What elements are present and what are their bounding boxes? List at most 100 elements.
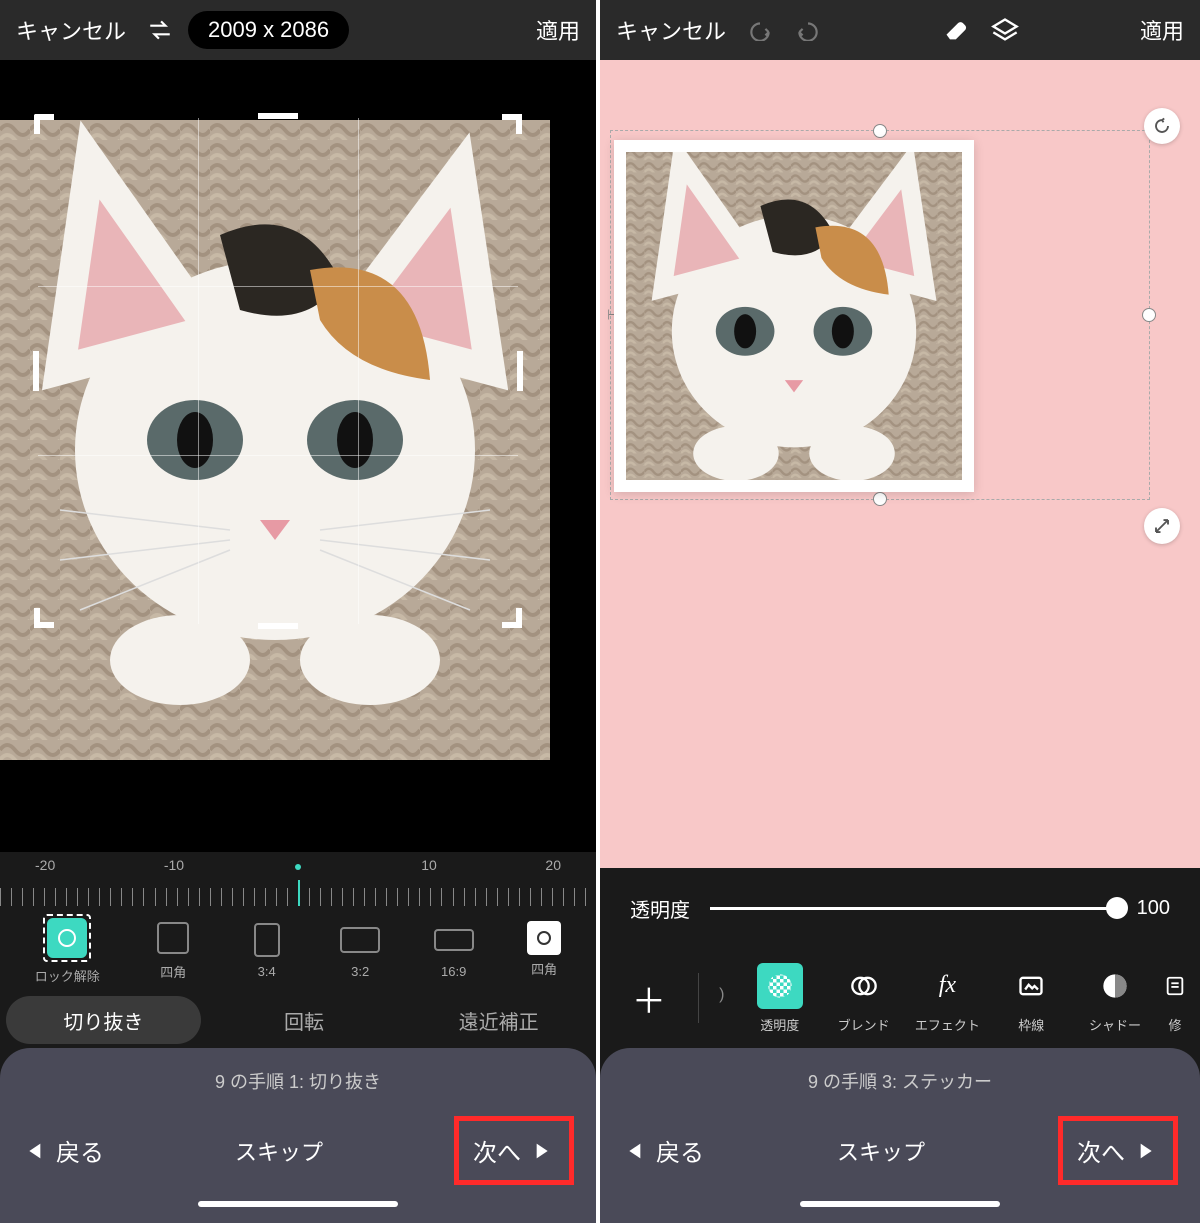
border-icon — [1008, 963, 1054, 1009]
eraser-icon[interactable] — [937, 10, 977, 50]
plus-icon: ＋ — [626, 975, 672, 1021]
tool-shadow[interactable]: シャドー — [1074, 963, 1156, 1034]
handle-right[interactable] — [1142, 308, 1156, 322]
crop-handle-bl[interactable] — [34, 608, 54, 628]
tool-label: エフェクト — [915, 1015, 980, 1034]
crop-handle-right[interactable] — [517, 351, 523, 391]
aspect-instagram[interactable]: 四角 — [527, 921, 561, 978]
crop-handle-tr[interactable] — [502, 114, 522, 134]
tool-label: 修 — [1168, 1015, 1181, 1034]
sticker-canvas[interactable]: ⊢ ⊣ — [600, 60, 1200, 868]
screen-sticker: キャンセル 適用 ⊢ ⊣ — [600, 0, 1200, 1223]
apply-button[interactable]: 適用 — [530, 8, 586, 52]
swap-orientation-icon[interactable] — [140, 10, 180, 50]
home-indicator[interactable] — [198, 1201, 398, 1207]
ruler-label: -20 — [35, 857, 55, 873]
blend-icon — [841, 963, 887, 1009]
tool-label: シャドー — [1089, 1015, 1141, 1034]
handle-bottom[interactable] — [873, 492, 887, 506]
handle-top[interactable] — [873, 124, 887, 138]
aspect-square[interactable]: 四角 — [153, 918, 193, 981]
nav-back-button[interactable]: 戻る — [622, 1133, 704, 1168]
skip-back-icon — [22, 1140, 44, 1162]
aspect-label: 3:4 — [258, 964, 276, 979]
aspect-ratio-row: ロック解除 四角 3:4 3:2 16:9 四角 — [0, 912, 596, 992]
step-label: 9 の手順 3: ステッカー — [610, 1068, 1190, 1094]
topbar-left: キャンセル 2009 x 2086 適用 — [0, 0, 596, 60]
tutorial-bottom-bar: 9 の手順 1: 切り抜き 戻る スキップ 次へ — [0, 1048, 596, 1223]
opacity-slider-thumb[interactable] — [1106, 897, 1128, 919]
ruler-center-dot — [295, 864, 301, 870]
tool-opacity[interactable]: 透明度 — [739, 963, 821, 1034]
crop-frame[interactable] — [38, 118, 518, 624]
ruler-label: 10 — [421, 857, 437, 873]
skip-back-icon — [622, 1140, 644, 1162]
list-icon — [1152, 963, 1198, 1009]
nav-back-label: 戻る — [656, 1133, 704, 1168]
sticker-photo[interactable] — [614, 140, 974, 492]
opacity-row: 透明度 100 — [600, 868, 1200, 948]
opacity-value: 100 — [1137, 897, 1170, 920]
crop-handle-bottom[interactable] — [258, 623, 298, 629]
tab-perspective[interactable]: 遠近補正 — [401, 992, 596, 1048]
dimensions-pill[interactable]: 2009 x 2086 — [188, 11, 349, 49]
redo-icon[interactable] — [788, 10, 828, 50]
nav-next-button[interactable]: 次へ — [1058, 1116, 1178, 1185]
ruler-label: 20 — [545, 857, 561, 873]
mode-tabs: 切り抜き 回転 遠近補正 — [0, 992, 596, 1048]
rotation-ruler[interactable]: -20 -10 10 20 — [0, 852, 596, 912]
undo-icon[interactable] — [740, 10, 780, 50]
opacity-icon — [757, 963, 803, 1009]
apply-button[interactable]: 適用 — [1134, 8, 1190, 52]
fx-icon: fx — [924, 963, 970, 1009]
cancel-button[interactable]: キャンセル — [10, 8, 132, 52]
nav-skip-button[interactable]: スキップ — [235, 1135, 323, 1167]
tool-add[interactable]: ＋ — [608, 975, 690, 1021]
shadow-icon — [1092, 963, 1138, 1009]
tool-row: ＋ ) 透明度 ブレンド fx エフェクト 枠線 — [600, 948, 1200, 1048]
tool-label: ブレンド — [838, 1015, 890, 1034]
tab-rotate[interactable]: 回転 — [207, 992, 402, 1048]
home-indicator[interactable] — [800, 1201, 1000, 1207]
tool-blend[interactable]: ブレンド — [823, 963, 905, 1034]
opacity-label: 透明度 — [630, 894, 690, 923]
screen-crop: キャンセル 2009 x 2086 適用 — [0, 0, 600, 1223]
aspect-3-4[interactable]: 3:4 — [247, 920, 287, 979]
photo-kitten — [626, 152, 962, 480]
tool-prev[interactable]: ) — [707, 972, 737, 1024]
nav-next-label: 次へ — [1077, 1133, 1125, 1168]
crop-canvas[interactable] — [0, 60, 596, 852]
aspect-label: ロック解除 — [35, 966, 100, 985]
nav-next-label: 次へ — [473, 1133, 521, 1168]
aspect-3-2[interactable]: 3:2 — [340, 920, 380, 979]
crop-handle-top[interactable] — [258, 113, 298, 119]
tool-border[interactable]: 枠線 — [990, 963, 1072, 1034]
nav-next-button[interactable]: 次へ — [454, 1116, 574, 1185]
tool-label: 枠線 — [1018, 1015, 1044, 1034]
cancel-button[interactable]: キャンセル — [610, 8, 732, 52]
crop-handle-left[interactable] — [33, 351, 39, 391]
rotate-button[interactable] — [1144, 108, 1180, 144]
tab-crop[interactable]: 切り抜き — [6, 996, 201, 1044]
nav-back-label: 戻る — [56, 1133, 104, 1168]
aspect-16-9[interactable]: 16:9 — [434, 920, 474, 979]
tool-fix[interactable]: 修 — [1158, 963, 1192, 1034]
aspect-label: 四角 — [531, 959, 557, 978]
skip-forward-icon — [1137, 1140, 1159, 1162]
crop-handle-br[interactable] — [502, 608, 522, 628]
aspect-label: 3:2 — [351, 964, 369, 979]
nav-back-button[interactable]: 戻る — [22, 1133, 104, 1168]
tutorial-bottom-bar: 9 の手順 3: ステッカー 戻る スキップ 次へ — [600, 1048, 1200, 1223]
layers-icon[interactable] — [985, 10, 1025, 50]
aspect-label: 16:9 — [441, 964, 466, 979]
nav-skip-button[interactable]: スキップ — [837, 1135, 925, 1167]
tool-effects[interactable]: fx エフェクト — [906, 963, 988, 1034]
skip-forward-icon — [533, 1140, 555, 1162]
topbar-right: キャンセル 適用 — [600, 0, 1200, 60]
opacity-slider[interactable] — [710, 907, 1117, 910]
tool-label: 透明度 — [760, 1015, 799, 1034]
crop-handle-tl[interactable] — [34, 114, 54, 134]
aspect-unlock[interactable]: ロック解除 — [35, 914, 100, 985]
aspect-label: 四角 — [160, 962, 186, 981]
resize-button[interactable] — [1144, 508, 1180, 544]
